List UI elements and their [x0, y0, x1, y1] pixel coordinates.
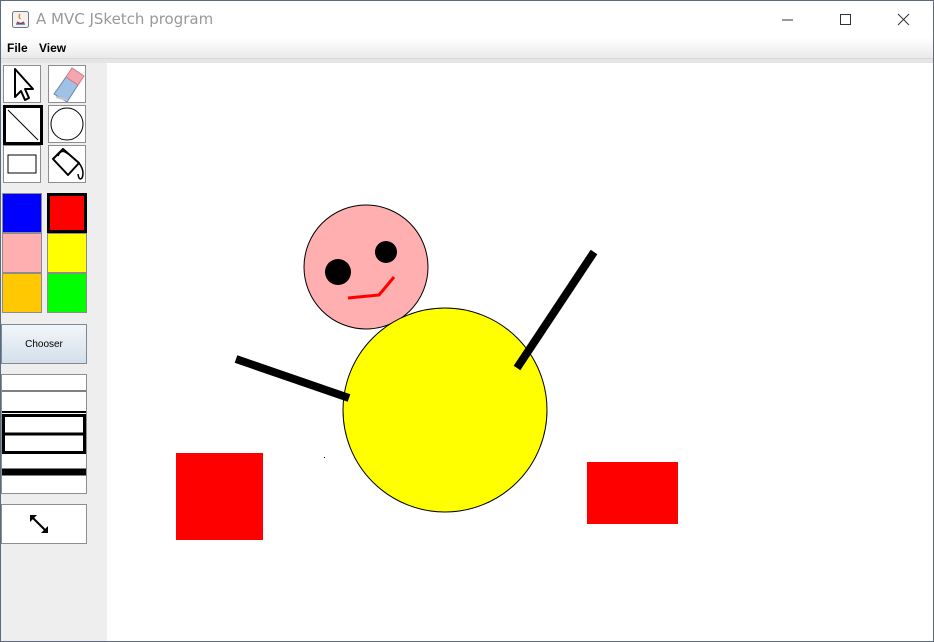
- title-bar[interactable]: A MVC JSketch program: [1, 1, 933, 38]
- close-icon: [897, 13, 910, 26]
- right-block-shape[interactable]: [587, 462, 678, 524]
- circle-tool-button[interactable]: [48, 105, 86, 143]
- thickness-option-1[interactable]: [2, 375, 86, 395]
- menu-file[interactable]: File: [7, 41, 28, 55]
- close-button[interactable]: [875, 1, 933, 38]
- left-eye-shape[interactable]: [325, 259, 351, 285]
- app-window: A MVC JSketch program File View Chooser: [0, 0, 934, 642]
- thickness-option-3[interactable]: [2, 414, 86, 454]
- body-shape[interactable]: [342, 307, 548, 513]
- paint-bucket-icon: [52, 148, 84, 180]
- java-app-icon: [12, 11, 29, 28]
- tool-palette: Chooser: [1, 63, 106, 641]
- left-block-shape[interactable]: [176, 453, 263, 540]
- drawing-canvas[interactable]: [107, 63, 933, 641]
- maximize-button[interactable]: [817, 1, 875, 38]
- stray-dot: [324, 457, 325, 458]
- color-swatch-orange[interactable]: [2, 273, 42, 313]
- erase-tool-button[interactable]: [48, 65, 86, 103]
- color-swatch-green[interactable]: [47, 273, 87, 313]
- right-eye-shape[interactable]: [375, 241, 397, 263]
- resize-diagonal-icon: [30, 515, 48, 533]
- menu-view[interactable]: View: [39, 41, 66, 55]
- window-title: A MVC JSketch program: [36, 10, 214, 28]
- circle-icon: [50, 107, 84, 141]
- color-swatch-blue[interactable]: [2, 193, 42, 233]
- head-shape[interactable]: [303, 204, 429, 330]
- rectangle-tool-button[interactable]: [3, 145, 41, 183]
- color-swatch-yellow[interactable]: [47, 233, 87, 273]
- rectangle-icon: [7, 154, 37, 174]
- line-tool-button[interactable]: [3, 105, 43, 145]
- minimize-button[interactable]: [759, 1, 817, 38]
- thickness-option-2[interactable]: [2, 394, 86, 414]
- color-swatch-pink[interactable]: [2, 233, 42, 273]
- color-chooser-button[interactable]: Chooser: [1, 324, 87, 364]
- cursor-arrow-icon: [14, 68, 34, 101]
- resize-button[interactable]: [1, 504, 87, 544]
- color-swatch-red[interactable]: [47, 193, 87, 233]
- line-thickness-panel: [1, 374, 87, 494]
- minimize-icon: [782, 19, 793, 21]
- canvas-drawing: [176, 204, 678, 540]
- line-icon: [7, 109, 39, 141]
- right-arm-shape[interactable]: [513, 249, 598, 371]
- menu-bar: File View: [1, 38, 933, 59]
- eraser-icon: [53, 67, 85, 103]
- select-tool-button[interactable]: [3, 65, 41, 103]
- maximize-icon: [840, 14, 851, 25]
- thickness-option-4[interactable]: [2, 461, 86, 481]
- left-arm-shape[interactable]: [234, 355, 351, 402]
- fill-tool-button[interactable]: [48, 145, 86, 183]
